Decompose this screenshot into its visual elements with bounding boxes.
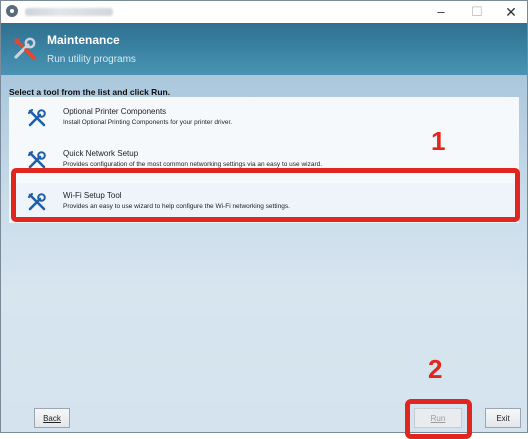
tool-title: Quick Network Setup	[63, 149, 139, 158]
step-1-highlight-box	[11, 168, 520, 222]
tool-title: Optional Printer Components	[63, 107, 167, 116]
tools-icon	[14, 37, 36, 60]
back-button-label: Back	[43, 414, 61, 423]
header-banner: Maintenance Run utility programs	[1, 23, 527, 75]
minimize-button[interactable]: –	[421, 1, 461, 23]
step-2-highlight-box	[405, 399, 472, 439]
tools-icon	[27, 108, 46, 127]
page-title: Maintenance	[47, 33, 120, 47]
close-button[interactable]: ✕	[491, 1, 528, 23]
step-2-label: 2	[428, 354, 443, 384]
tools-icon	[27, 150, 46, 169]
maintenance-window: – ☐ ✕ Maintenance Run utility programs S…	[0, 0, 528, 439]
title-bar: – ☐ ✕	[1, 1, 527, 23]
back-button[interactable]: Back	[34, 408, 70, 428]
instruction-text: Select a tool from the list and click Ru…	[9, 87, 171, 97]
exit-button-label: Exit	[496, 414, 510, 423]
exit-button[interactable]: Exit	[485, 408, 521, 428]
tool-description: Provides configuration of the most commo…	[63, 161, 323, 168]
content-area: Select a tool from the list and click Ru…	[1, 75, 527, 432]
window-title-blurred	[25, 8, 113, 16]
tool-description: Install Optional Printing Components for…	[63, 119, 233, 126]
step-1-label: 1	[431, 126, 446, 156]
page-subtitle: Run utility programs	[47, 54, 136, 65]
app-icon	[6, 5, 18, 17]
